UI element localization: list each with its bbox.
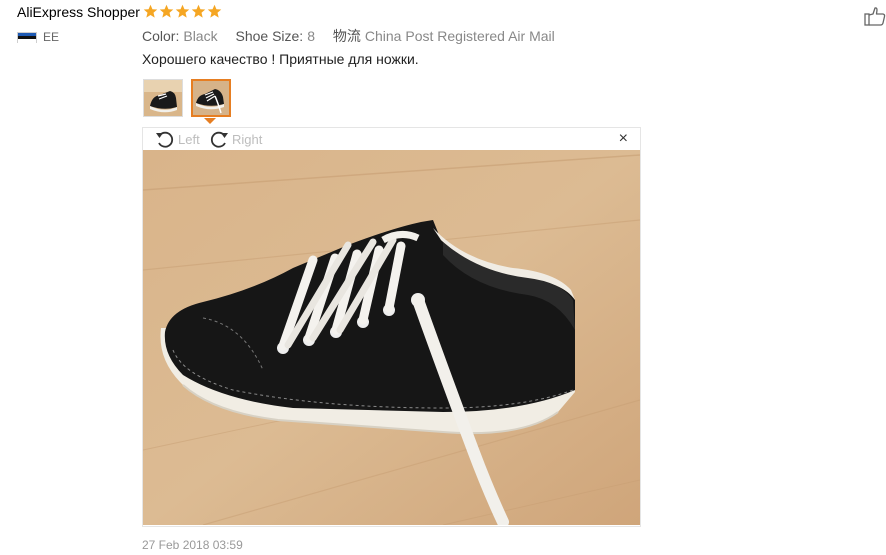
rotate-right-label: Right [232, 131, 263, 147]
rotate-left-button[interactable]: Left [154, 129, 200, 149]
close-icon[interactable]: × [619, 131, 628, 147]
star-icon [143, 4, 158, 18]
reviewer-country: EE [17, 30, 59, 44]
thumb-up-icon[interactable] [864, 6, 886, 26]
shipping-value: China Post Registered Air Mail [364, 28, 555, 44]
rotate-right-button[interactable]: Right [208, 129, 262, 149]
rotate-left-label: Left [178, 131, 200, 147]
review-text: Хорошего качество ! Приятные для ножки. [142, 51, 419, 67]
country-code: EE [43, 30, 60, 44]
reviewer-name: AliExpress Shopper [17, 4, 140, 20]
shipping-label: 物流 [332, 28, 361, 44]
star-icon [175, 4, 190, 18]
star-icon [207, 4, 222, 18]
rotate-left-icon [156, 131, 174, 148]
photo-thumbnail[interactable] [143, 79, 183, 117]
photo-thumbnail-selected[interactable] [191, 79, 231, 117]
rating-stars [143, 4, 222, 19]
selected-thumbnail-pointer [204, 118, 216, 124]
viewer-toolbar: Left Right × [143, 128, 640, 150]
size-label: Shoe Size: [235, 28, 304, 44]
photo-thumbnails [143, 79, 231, 117]
order-info: Color: Black Shoe Size: 8 物流 China Post Reg… [142, 26, 569, 46]
review-photo [143, 150, 640, 525]
flag-icon [17, 31, 37, 43]
color-label: Color: [142, 28, 180, 44]
rotate-right-icon [210, 131, 228, 148]
color-value: Black [183, 28, 218, 44]
star-icon [191, 4, 206, 18]
review-date: 27 Feb 2018 03:59 [142, 538, 243, 552]
size-value: 8 [307, 28, 315, 44]
star-icon [159, 4, 174, 18]
photo-viewer: Left Right × [142, 127, 641, 527]
